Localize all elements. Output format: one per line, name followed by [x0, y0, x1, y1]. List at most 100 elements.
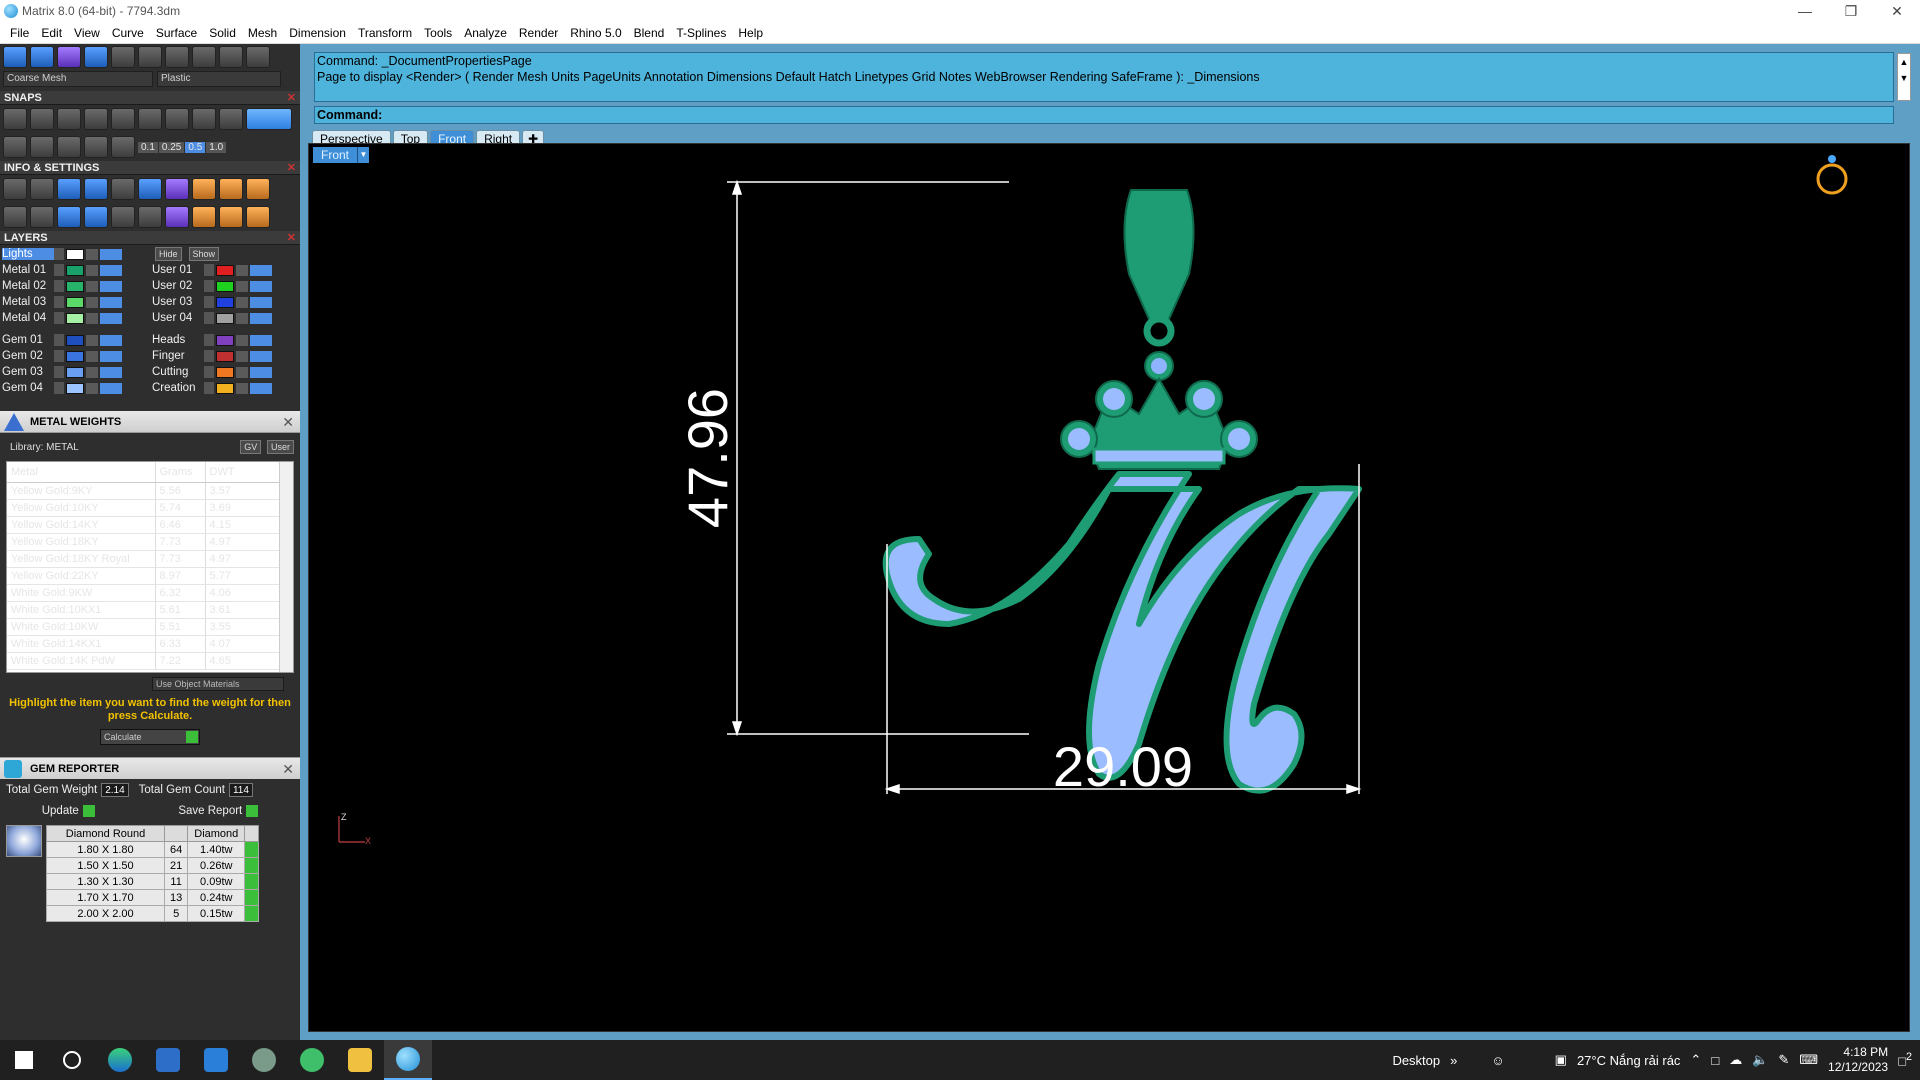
- pen-icon[interactable]: ✎: [1778, 1052, 1789, 1068]
- planar-icon[interactable]: [57, 136, 81, 158]
- layer-swatch[interactable]: [66, 350, 84, 362]
- clock[interactable]: 4:18 PM 12/12/2023: [1828, 1045, 1888, 1075]
- close-button[interactable]: ✕: [1874, 0, 1920, 22]
- layer-icon[interactable]: [57, 178, 81, 200]
- layer-row[interactable]: Gem 01: [2, 332, 152, 348]
- material-tool-icon[interactable]: [57, 46, 81, 68]
- select-icon[interactable]: [138, 206, 162, 228]
- layer-row[interactable]: Metal 04: [2, 310, 152, 326]
- update-button[interactable]: Update: [42, 805, 95, 817]
- chevron-down-icon[interactable]: ▼: [357, 147, 370, 163]
- col-grams[interactable]: Grams: [155, 462, 206, 483]
- snapshot-icon[interactable]: [219, 178, 243, 200]
- onedrive-icon[interactable]: ☁: [1729, 1052, 1742, 1068]
- app-tool-icon[interactable]: [240, 1040, 288, 1080]
- layer-row[interactable]: Heads: [152, 332, 300, 348]
- layer-row[interactable]: Cutting: [152, 364, 300, 380]
- show-button[interactable]: Show: [188, 247, 220, 261]
- weather-icon[interactable]: ▣: [1555, 1052, 1567, 1068]
- close-icon[interactable]: ✕: [287, 91, 296, 105]
- table-row[interactable]: 2.00 X 2.00 5 0.15tw: [46, 905, 260, 923]
- snap-quad-icon[interactable]: [219, 108, 243, 130]
- rendered-tool-icon[interactable]: [246, 46, 270, 68]
- layer-row[interactable]: User 02: [152, 278, 300, 294]
- layer-swatch[interactable]: [216, 334, 234, 346]
- table-row[interactable]: White Gold:10KX1 5.61 3.61: [7, 601, 281, 619]
- table-row[interactable]: Yellow Gold:22KY 8.97 5.77: [7, 567, 281, 585]
- export-icon[interactable]: [246, 206, 270, 228]
- minimize-button[interactable]: —: [1782, 0, 1828, 22]
- layer-swatch[interactable]: [216, 280, 234, 292]
- layer-row[interactable]: User 03: [152, 294, 300, 310]
- menu-curve[interactable]: Curve: [106, 22, 150, 44]
- desktop-toolbar[interactable]: Desktop: [1392, 1053, 1440, 1068]
- edit-icon[interactable]: [138, 178, 162, 200]
- mesh-combo[interactable]: Coarse Mesh: [3, 71, 153, 87]
- render-tool-icon[interactable]: [3, 46, 27, 68]
- col-dwt[interactable]: DWT: [205, 462, 281, 483]
- store-icon[interactable]: [144, 1040, 192, 1080]
- layer-row[interactable]: Lights: [2, 246, 152, 262]
- close-icon[interactable]: ✕: [287, 161, 296, 175]
- settings-icon[interactable]: [3, 178, 27, 200]
- osnap-icon[interactable]: [84, 136, 108, 158]
- menu-view[interactable]: View: [68, 22, 106, 44]
- table-row[interactable]: Yellow Gold:18KY 7.73 4.97: [7, 533, 281, 551]
- stats-icon[interactable]: [219, 206, 243, 228]
- select-gem-button[interactable]: [244, 889, 260, 907]
- document-icon[interactable]: [111, 178, 135, 200]
- col-metal[interactable]: Metal: [7, 462, 156, 483]
- sphere-tool-icon[interactable]: [30, 46, 54, 68]
- restore-button[interactable]: ❐: [1828, 0, 1874, 22]
- grid-view-icon[interactable]: [3, 206, 27, 228]
- scale-0-25[interactable]: 0.25: [158, 141, 185, 153]
- ring-icon[interactable]: [1816, 155, 1848, 195]
- save-report-button[interactable]: Save Report: [178, 805, 259, 817]
- table-row[interactable]: Yellow Gold:9KY 5.56 3.57: [7, 482, 281, 500]
- layer-row[interactable]: Gem 02: [2, 348, 152, 364]
- snap-mid-icon[interactable]: [84, 108, 108, 130]
- grid-tool-icon[interactable]: [111, 46, 135, 68]
- table-scrollbar[interactable]: [279, 462, 293, 672]
- table-row[interactable]: Yellow Gold:18KY Royal 7.73 4.97: [7, 550, 281, 568]
- menu-solid[interactable]: Solid: [203, 22, 242, 44]
- command-input[interactable]: Command:: [314, 106, 1894, 124]
- snap-tan-icon[interactable]: [192, 108, 216, 130]
- layer-swatch[interactable]: [216, 264, 234, 276]
- object-icon[interactable]: [84, 206, 108, 228]
- matrix-app-icon[interactable]: [384, 1040, 432, 1080]
- menu-mesh[interactable]: Mesh: [242, 22, 283, 44]
- ghost-tool-icon[interactable]: [192, 46, 216, 68]
- close-icon[interactable]: ✕: [282, 758, 294, 780]
- menu-blend[interactable]: Blend: [628, 22, 671, 44]
- table-row[interactable]: 1.50 X 1.50 21 0.26tw: [46, 857, 260, 875]
- person-icon[interactable]: ☺: [1491, 1053, 1504, 1068]
- close-icon[interactable]: ✕: [282, 411, 294, 433]
- file-explorer-icon[interactable]: [336, 1040, 384, 1080]
- menu-tsplines[interactable]: T-Splines: [670, 22, 732, 44]
- table-row[interactable]: White Gold:9KW 6.32 4.06: [7, 584, 281, 602]
- menu-surface[interactable]: Surface: [150, 22, 203, 44]
- menu-help[interactable]: Help: [732, 22, 769, 44]
- menu-rhino[interactable]: Rhino 5.0: [564, 22, 627, 44]
- hide-button[interactable]: Hide: [155, 247, 182, 261]
- select-gem-button[interactable]: [244, 905, 260, 923]
- menu-dimension[interactable]: Dimension: [283, 22, 352, 44]
- chevron-up-icon[interactable]: ⌃: [1690, 1052, 1701, 1068]
- cube-icon[interactable]: [57, 206, 81, 228]
- mesh-tool-icon[interactable]: [84, 46, 108, 68]
- box-icon[interactable]: [84, 178, 108, 200]
- layer-row[interactable]: Gem 04: [2, 380, 152, 396]
- lights-icon[interactable]: [192, 178, 216, 200]
- wire-tool-icon[interactable]: [165, 46, 189, 68]
- snap-perp-icon[interactable]: [165, 108, 189, 130]
- volume-icon[interactable]: 🔈: [1752, 1052, 1768, 1068]
- close-icon[interactable]: ✕: [287, 231, 296, 245]
- gv-button[interactable]: GV: [240, 439, 262, 454]
- viewport-label[interactable]: Front ▼: [313, 147, 370, 163]
- layer-row[interactable]: Metal 03: [2, 294, 152, 310]
- layer-swatch[interactable]: [66, 366, 84, 378]
- hand-icon[interactable]: [165, 206, 189, 228]
- wechat-icon[interactable]: [288, 1040, 336, 1080]
- network-icon[interactable]: □: [1711, 1053, 1719, 1068]
